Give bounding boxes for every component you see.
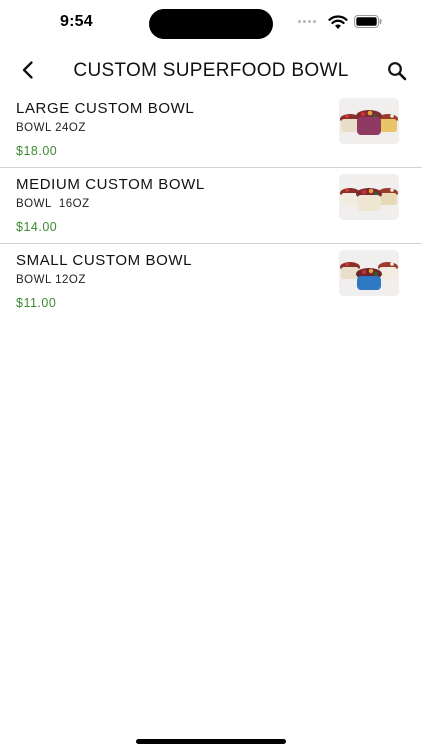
product-name: LARGE CUSTOM BOWL	[16, 100, 195, 117]
product-description: BOWL 16OZ	[16, 198, 90, 210]
product-price: $14.00	[16, 220, 58, 234]
product-description: BOWL 12OZ	[16, 274, 86, 286]
nav-header: CUSTOM SUPERFOOD BOWL	[0, 52, 422, 92]
product-item-medium[interactable]: MEDIUM CUSTOM BOWL BOWL 16OZ $14.00	[0, 168, 422, 244]
search-icon[interactable]	[386, 60, 408, 82]
bowl-body	[357, 195, 381, 211]
product-image	[339, 174, 399, 220]
wifi-icon	[328, 15, 348, 29]
status-time: 9:54	[60, 13, 93, 30]
page-title: CUSTOM SUPERFOOD BOWL	[73, 60, 349, 81]
bowl-body	[357, 276, 381, 290]
battery-icon	[354, 15, 382, 28]
product-list: LARGE CUSTOM BOWL BOWL 24OZ $18.00 MEDIU…	[0, 92, 422, 320]
bowl-body	[357, 117, 381, 135]
status-bar: 9:54	[0, 0, 422, 48]
home-indicator[interactable]	[136, 739, 286, 744]
product-image	[339, 250, 399, 296]
product-item-large[interactable]: LARGE CUSTOM BOWL BOWL 24OZ $18.00	[0, 92, 422, 168]
product-item-small[interactable]: SMALL CUSTOM BOWL BOWL 12OZ $11.00	[0, 244, 422, 320]
product-name: SMALL CUSTOM BOWL	[16, 252, 193, 269]
product-description: BOWL 24OZ	[16, 122, 86, 134]
product-price: $18.00	[16, 144, 58, 158]
signal-icon	[298, 20, 316, 23]
product-price: $11.00	[16, 296, 57, 310]
dynamic-island	[149, 9, 273, 39]
product-image	[339, 98, 399, 144]
product-name: MEDIUM CUSTOM BOWL	[16, 176, 205, 193]
